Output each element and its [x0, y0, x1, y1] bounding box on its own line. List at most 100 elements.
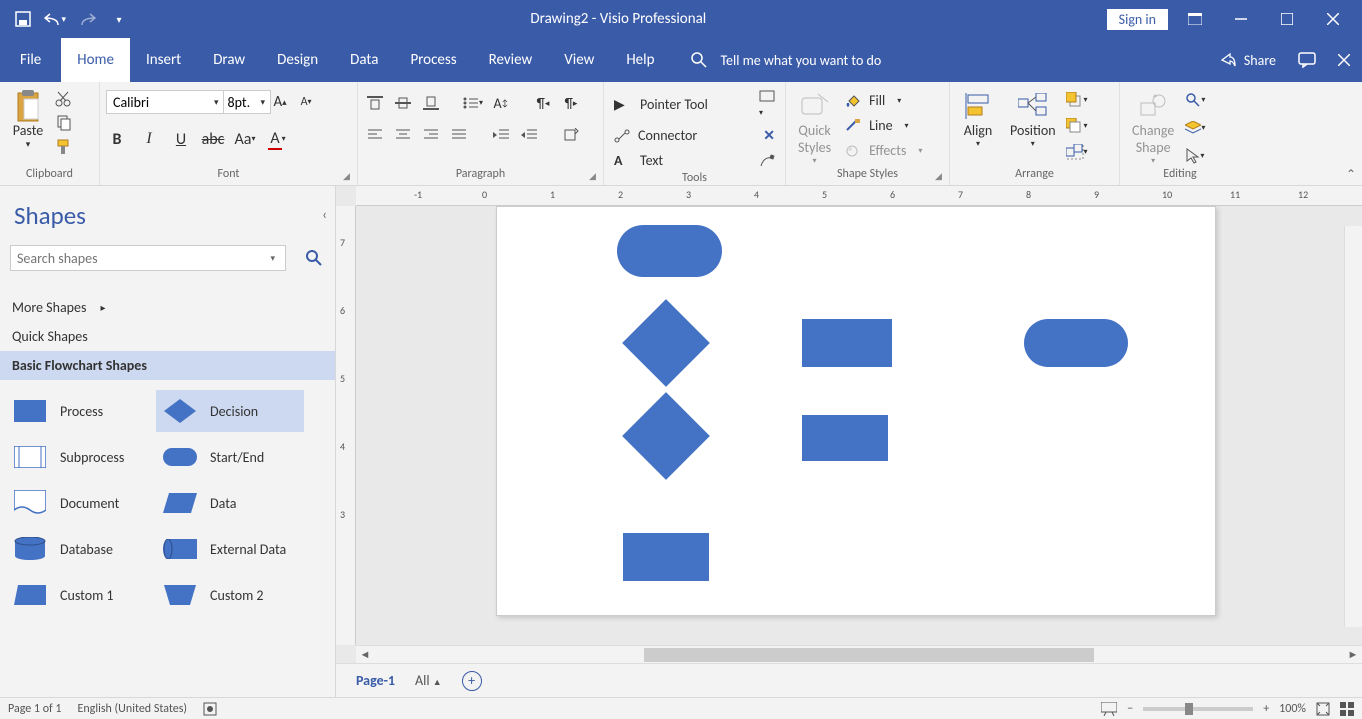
search-icon[interactable]	[303, 247, 325, 269]
font-color-button[interactable]: A▾	[266, 128, 288, 150]
tab-file[interactable]: File	[0, 38, 61, 82]
font-size-input[interactable]	[223, 90, 271, 114]
bring-front-button[interactable]: ▾	[1066, 90, 1088, 110]
tab-insert[interactable]: Insert	[130, 38, 197, 82]
align-right-button[interactable]	[420, 124, 442, 146]
close-pane-button[interactable]	[1338, 54, 1350, 66]
share-button[interactable]: Share	[1220, 52, 1276, 69]
basic-flowchart-nav[interactable]: Basic Flowchart Shapes	[0, 351, 335, 380]
all-pages-button[interactable]: All ▲	[415, 672, 442, 689]
language-indicator[interactable]: English (United States)	[78, 702, 188, 716]
scroll-thumb[interactable]	[644, 648, 1094, 662]
layers-button[interactable]: ▾	[1184, 118, 1206, 138]
redo-button[interactable]	[76, 8, 98, 30]
page-indicator[interactable]: Page 1 of 1	[8, 702, 62, 716]
align-top-button[interactable]	[364, 92, 386, 114]
shape-startend-2[interactable]	[1024, 319, 1128, 367]
fit-page-button[interactable]	[1316, 702, 1330, 716]
ruler-vertical[interactable]: 7 6 5 4 3	[336, 206, 356, 645]
tab-draw[interactable]: Draw	[197, 38, 261, 82]
font-name-input[interactable]	[106, 90, 226, 114]
stencil-custom2[interactable]: Custom 2	[156, 574, 304, 616]
save-icon[interactable]	[12, 8, 34, 30]
send-back-button[interactable]: ▾	[1066, 116, 1088, 136]
stencil-startend[interactable]: Start/End	[156, 436, 304, 478]
zoom-slider[interactable]	[1143, 707, 1253, 711]
align-middle-button[interactable]	[392, 92, 414, 114]
quick-styles-button[interactable]: Quick Styles▾	[792, 86, 837, 166]
justify-button[interactable]	[448, 124, 470, 146]
italic-button[interactable]: I	[138, 128, 160, 150]
tab-process[interactable]: Process	[394, 38, 472, 82]
shape-process-1[interactable]	[802, 319, 892, 367]
stencil-process[interactable]: Process	[6, 390, 154, 432]
line-button[interactable]: Line▾	[841, 115, 926, 136]
stencil-decision[interactable]: Decision	[156, 390, 304, 432]
more-shapes-nav[interactable]: More Shapes▸	[0, 293, 335, 322]
copy-button[interactable]	[54, 114, 72, 132]
text-direction-button[interactable]: A↕	[490, 92, 512, 114]
fit-window-button[interactable]	[1340, 702, 1354, 716]
ruler-horizontal[interactable]: -1 0 1 2 3 4 5 6 7 8 9 10 11 12	[356, 186, 1362, 206]
group-button[interactable]: ▾	[1066, 142, 1088, 162]
scrollbar-horizontal[interactable]: ◄ ►	[356, 645, 1362, 663]
underline-button[interactable]: U	[170, 128, 192, 150]
decrease-indent-button[interactable]	[490, 124, 512, 146]
format-painter-button[interactable]	[54, 138, 72, 156]
stencil-data[interactable]: Data	[156, 482, 304, 524]
rtl-button[interactable]: ¶◂	[532, 92, 554, 114]
find-button[interactable]: ▾	[1184, 90, 1206, 110]
ribbon-display-options[interactable]	[1176, 0, 1214, 38]
zoom-level[interactable]: 100%	[1279, 702, 1306, 716]
stencil-subprocess[interactable]: Subprocess	[6, 436, 154, 478]
qat-customize[interactable]: ▾	[108, 8, 130, 30]
align-center-button[interactable]	[392, 124, 414, 146]
change-shape-button[interactable]: Change Shape▾	[1126, 86, 1180, 166]
comments-button[interactable]	[1298, 52, 1316, 68]
stencil-document[interactable]: Document	[6, 482, 154, 524]
paragraph-dialog-launcher[interactable]: ◢	[589, 171, 601, 183]
increase-font-button[interactable]: A▴	[269, 91, 291, 113]
pointer-tool-button[interactable]: Pointer Tool	[640, 96, 751, 113]
zoom-in-button[interactable]: +	[1263, 702, 1269, 716]
cut-button[interactable]	[54, 90, 72, 108]
text-tool-button[interactable]: Text	[640, 152, 751, 169]
align-left-button[interactable]	[364, 124, 386, 146]
ink-tool-button[interactable]	[759, 154, 775, 168]
scroll-right-button[interactable]: ►	[1344, 648, 1362, 661]
fill-button[interactable]: Fill▾	[841, 90, 926, 111]
ltr-button[interactable]: ¶▸	[560, 92, 582, 114]
search-shapes-input[interactable]	[10, 245, 286, 271]
collapse-ribbon-button[interactable]: ⌃	[1346, 167, 1356, 182]
shape-process-3[interactable]	[623, 533, 709, 581]
macro-recording-button[interactable]	[203, 702, 217, 716]
stencil-external-data[interactable]: External Data	[156, 528, 304, 570]
strikethrough-button[interactable]: abc	[202, 128, 224, 150]
effects-button[interactable]: Effects▾	[841, 140, 926, 161]
connector-tool-button[interactable]: Connector	[638, 127, 755, 144]
tab-home[interactable]: Home	[61, 38, 130, 82]
align-button[interactable]: Align▾	[956, 86, 1000, 149]
undo-button[interactable]: ▾	[44, 8, 66, 30]
shape-decision-1[interactable]	[622, 299, 710, 387]
rotate-text-button[interactable]	[560, 124, 582, 146]
stencil-database[interactable]: Database	[6, 528, 154, 570]
scroll-left-button[interactable]: ◄	[356, 648, 374, 661]
change-case-button[interactable]: Aa▾	[234, 128, 256, 150]
collapse-shapes-button[interactable]: ‹	[322, 206, 327, 223]
select-button[interactable]: ▾	[1184, 146, 1206, 166]
tell-me-search[interactable]: Tell me what you want to do	[690, 38, 881, 82]
quick-shapes-nav[interactable]: Quick Shapes	[0, 322, 335, 351]
shape-decision-2[interactable]	[622, 392, 710, 480]
close-button[interactable]	[1314, 0, 1352, 38]
position-button[interactable]: Position▾	[1004, 86, 1062, 149]
presentation-mode-button[interactable]	[1101, 702, 1117, 716]
shape-process-2[interactable]	[802, 415, 888, 461]
tab-review[interactable]: Review	[473, 38, 549, 82]
stencil-custom1[interactable]: Custom 1	[6, 574, 154, 616]
align-bottom-button[interactable]	[420, 92, 442, 114]
tab-view[interactable]: View	[548, 38, 610, 82]
scrollbar-vertical[interactable]	[1344, 226, 1362, 627]
bullets-button[interactable]: ▾	[462, 92, 484, 114]
font-dialog-launcher[interactable]: ◢	[343, 171, 355, 183]
